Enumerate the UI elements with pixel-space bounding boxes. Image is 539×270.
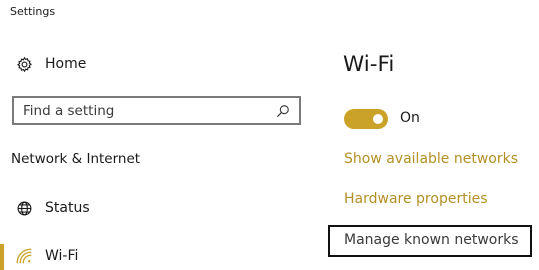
wifi-toggle[interactable] [344,109,388,129]
window-title: Settings [10,5,56,18]
manage-known-networks-link[interactable]: Manage known networks [344,232,519,248]
sidebar-item-status[interactable]: Status [15,199,90,217]
sidebar-item-status-label: Status [45,200,90,216]
search-icon[interactable] [273,101,293,121]
nav-section-title: Network & Internet [11,151,141,167]
nav-home-label: Home [45,56,87,72]
search-box[interactable] [12,96,301,125]
sidebar-item-wifi[interactable]: Wi-Fi [15,247,78,265]
toggle-knob [373,114,383,124]
nav-home[interactable]: Home [15,55,86,73]
show-available-networks-link[interactable]: Show available networks [344,151,518,167]
hardware-properties-link[interactable]: Hardware properties [344,191,488,207]
wifi-icon [15,247,33,265]
sidebar-item-wifi-label: Wi-Fi [45,248,79,264]
page-title: Wi-Fi [343,52,395,77]
search-input[interactable] [14,98,273,123]
globe-icon [15,199,33,217]
gear-icon [15,55,33,73]
selected-indicator [0,244,4,270]
wifi-toggle-label: On [400,110,420,126]
